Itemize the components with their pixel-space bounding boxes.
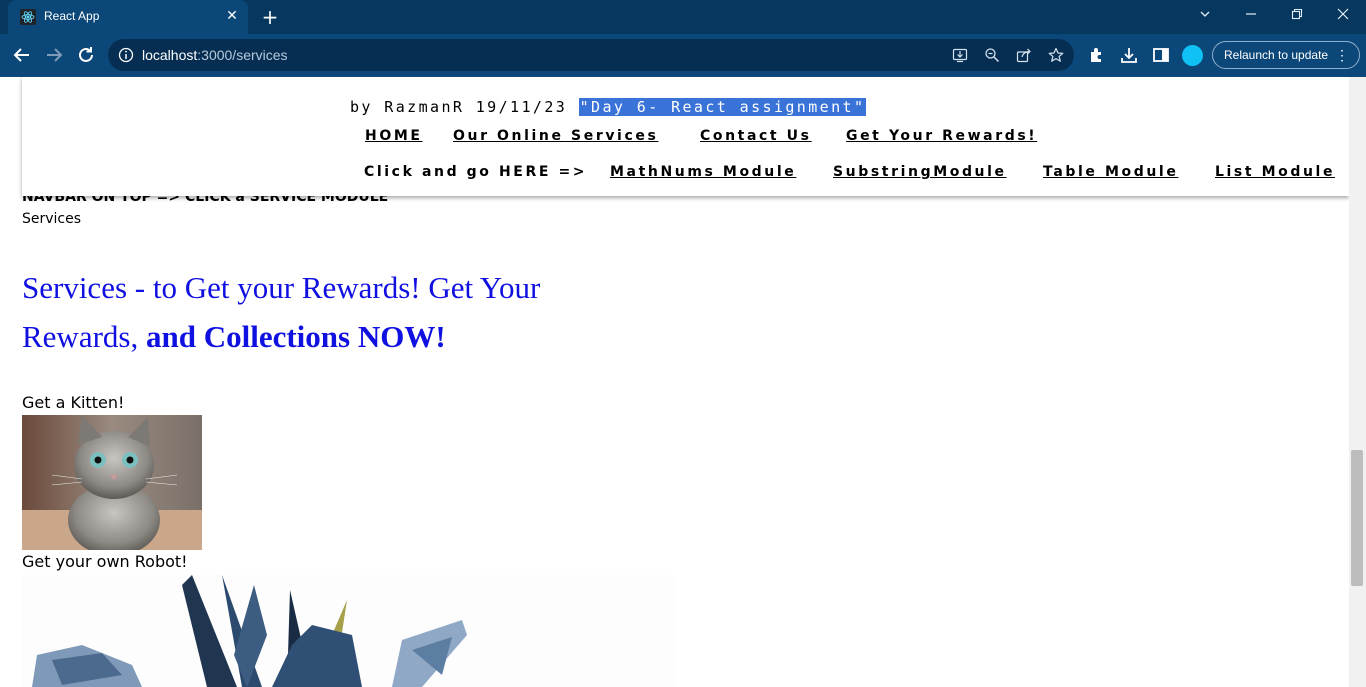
scrollbar-thumb[interactable] [1351,450,1363,586]
byline-author-date: by RazmanR 19/11/23 [350,98,568,116]
profile-avatar[interactable] [1182,45,1203,66]
heading-bold-text: and Collections NOW! [145,319,446,354]
address-bar[interactable]: localhost:3000/services [108,39,1074,71]
restore-icon[interactable] [1283,4,1311,28]
nav-contact-link[interactable]: Contact Us [700,128,812,144]
side-panel-icon[interactable] [1152,46,1170,64]
back-icon[interactable] [11,44,33,66]
nav-list-link[interactable]: List Module [1215,164,1335,180]
relaunch-label: Relaunch to update [1224,48,1329,62]
close-tab-icon[interactable]: ✕ [224,8,240,24]
tab-title: React App [44,9,100,23]
nav-substring-link[interactable]: SubstringModule [833,164,1007,180]
more-menu-icon[interactable]: ⋮ [1335,42,1349,68]
browser-tab[interactable]: React App ✕ [8,0,248,34]
zoom-icon[interactable] [984,47,1000,63]
reload-icon[interactable] [75,44,97,66]
minimize-icon[interactable] [1237,4,1265,28]
share-icon[interactable] [1016,47,1032,63]
new-tab-icon[interactable]: + [259,6,281,28]
url-text[interactable]: localhost:3000/services [142,47,288,63]
nav-home-link[interactable]: HOME [365,128,423,144]
tab-search-chevron-icon[interactable] [1191,4,1219,28]
services-heading: Services - to Get your Rewards! Get Your… [22,263,622,361]
kitten-image [22,415,202,550]
nav-rewards-link[interactable]: Get Your Rewards! [846,128,1037,144]
nav-table-link[interactable]: Table Module [1043,164,1178,180]
page-scrollbar[interactable] [1349,77,1366,687]
robot-label: Get your own Robot! [22,552,188,571]
byline-assignment-highlight: "Day 6- React assignment" [578,98,867,116]
nav-mathnums-link[interactable]: MathNums Module [610,164,796,180]
top-navbar: by RazmanR 19/11/23 "Day 6- React assign… [22,77,1349,196]
extensions-icon[interactable] [1088,46,1106,64]
byline: by RazmanR 19/11/23 "Day 6- React assign… [350,98,867,116]
page-viewport: NAVBAR ON TOP => CLICK a SERVICE MODULE … [0,77,1366,687]
kitten-label: Get a Kitten! [22,393,125,412]
nav-services-link[interactable]: Our Online Services [453,128,658,144]
downloads-icon[interactable] [1120,46,1138,64]
module-prompt: Click and go HERE => [364,164,588,180]
react-logo-icon [20,9,36,25]
bookmark-star-icon[interactable] [1048,47,1064,63]
services-label: Services [22,211,82,227]
site-info-icon[interactable] [118,47,134,63]
relaunch-to-update-button[interactable]: Relaunch to update ⋮ [1212,41,1360,69]
close-window-icon[interactable] [1329,4,1357,28]
robot-image [22,575,676,687]
install-app-icon[interactable] [952,47,968,63]
browser-toolbar: localhost:3000/services Relaunch to upda… [0,34,1366,77]
tab-strip: React App ✕ + [0,0,1366,34]
forward-icon[interactable] [43,44,65,66]
